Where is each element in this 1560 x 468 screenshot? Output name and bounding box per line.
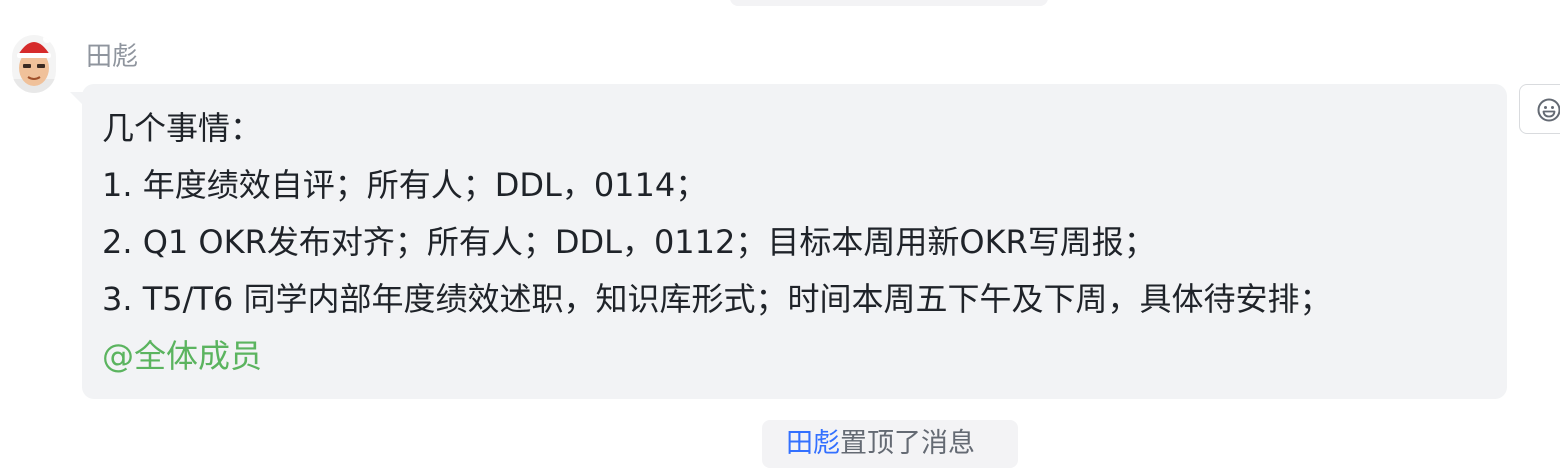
pin-actor-link[interactable]: 田彪 xyxy=(786,428,840,459)
message-line: 1. 年度绩效自评；所有人；DDL，0114； xyxy=(102,166,708,204)
message-line: 几个事情： xyxy=(102,109,263,147)
avatar[interactable] xyxy=(12,35,56,93)
pin-notice: 田彪置顶了消息 xyxy=(762,420,1018,468)
sender-name[interactable]: 田彪 xyxy=(86,38,138,76)
message-line: 3. T5/T6 同学内部年度绩效述职，知识库形式；时间本周五下午及下周，具体待… xyxy=(102,280,1332,318)
message-line: 2. Q1 OKR发布对齐；所有人；DDL，0112；目标本周用新OKR写周报； xyxy=(102,223,1156,261)
previous-system-notice xyxy=(730,0,1048,6)
mention-all-members[interactable]: @全体成员 xyxy=(102,328,1487,385)
emoji-smile-icon xyxy=(1537,98,1560,122)
message-bubble[interactable]: 几个事情： 1. 年度绩效自评；所有人；DDL，0114； 2. Q1 OKR发… xyxy=(82,84,1507,399)
add-reaction-button[interactable] xyxy=(1519,84,1560,134)
pin-action-text: 置顶了消息 xyxy=(840,428,975,459)
